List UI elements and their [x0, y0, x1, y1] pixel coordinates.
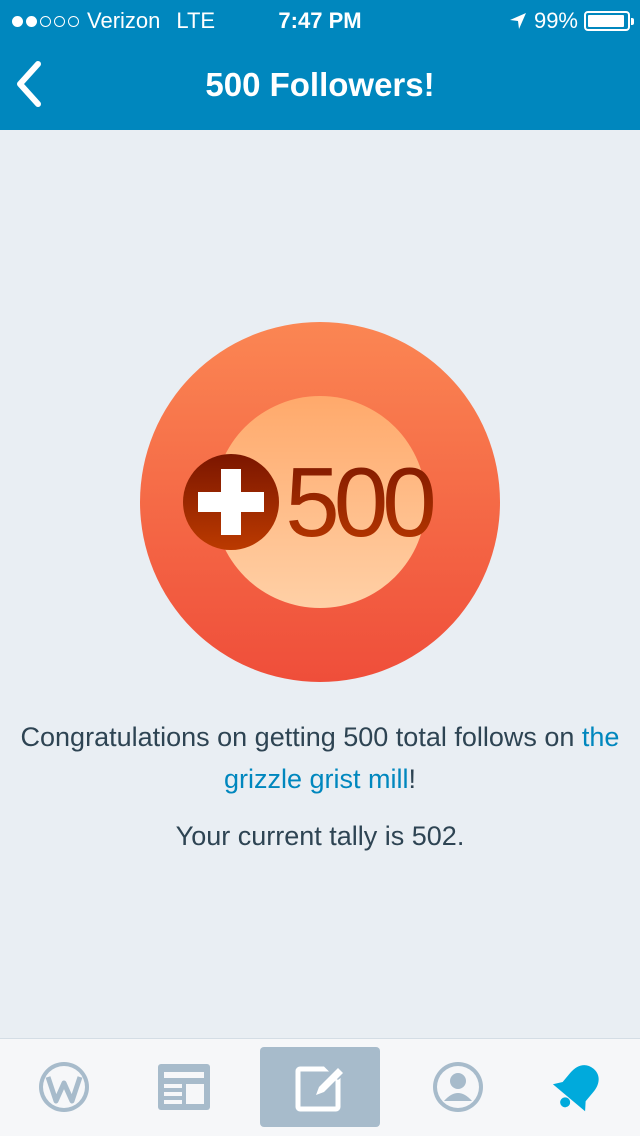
notifications-icon [552, 1065, 599, 1112]
tab-profile[interactable] [398, 1047, 518, 1127]
badge-number: 500 [285, 447, 433, 557]
battery-fill [588, 15, 625, 27]
battery-percent: 99% [533, 8, 578, 33]
message-suffix: ! [408, 764, 417, 794]
reader-icon [158, 1064, 210, 1110]
tab-my-sites[interactable] [4, 1047, 124, 1127]
location-arrow-icon [509, 13, 526, 29]
tab-write-post[interactable] [260, 1047, 380, 1127]
achievement-content: 500 Congratulations on getting 500 total… [0, 130, 640, 1038]
message-prefix: Congratulations on getting 500 total fol… [20, 722, 582, 752]
follower-badge-icon: 500 [140, 322, 500, 682]
wordpress-icon [39, 1062, 89, 1112]
congratulations-message: Congratulations on getting 500 total fol… [20, 716, 620, 800]
status-bar: Verizon LTE 7:47 PM 99% [0, 0, 640, 40]
page-title: 500 Followers! [205, 66, 435, 103]
tab-reader[interactable] [124, 1047, 244, 1127]
current-tally: Your current tally is 502. [175, 821, 465, 851]
app-header: Verizon LTE 7:47 PM 99% 500 Followers! [0, 0, 640, 130]
tab-bar [0, 1038, 640, 1136]
status-right: 99% [508, 8, 634, 34]
battery-icon [584, 11, 634, 31]
navigation-bar: 500 Followers! [0, 40, 640, 130]
profile-icon [433, 1062, 483, 1112]
tab-notifications[interactable] [518, 1047, 638, 1127]
write-post-icon [295, 1059, 346, 1112]
plus-icon [183, 454, 279, 550]
